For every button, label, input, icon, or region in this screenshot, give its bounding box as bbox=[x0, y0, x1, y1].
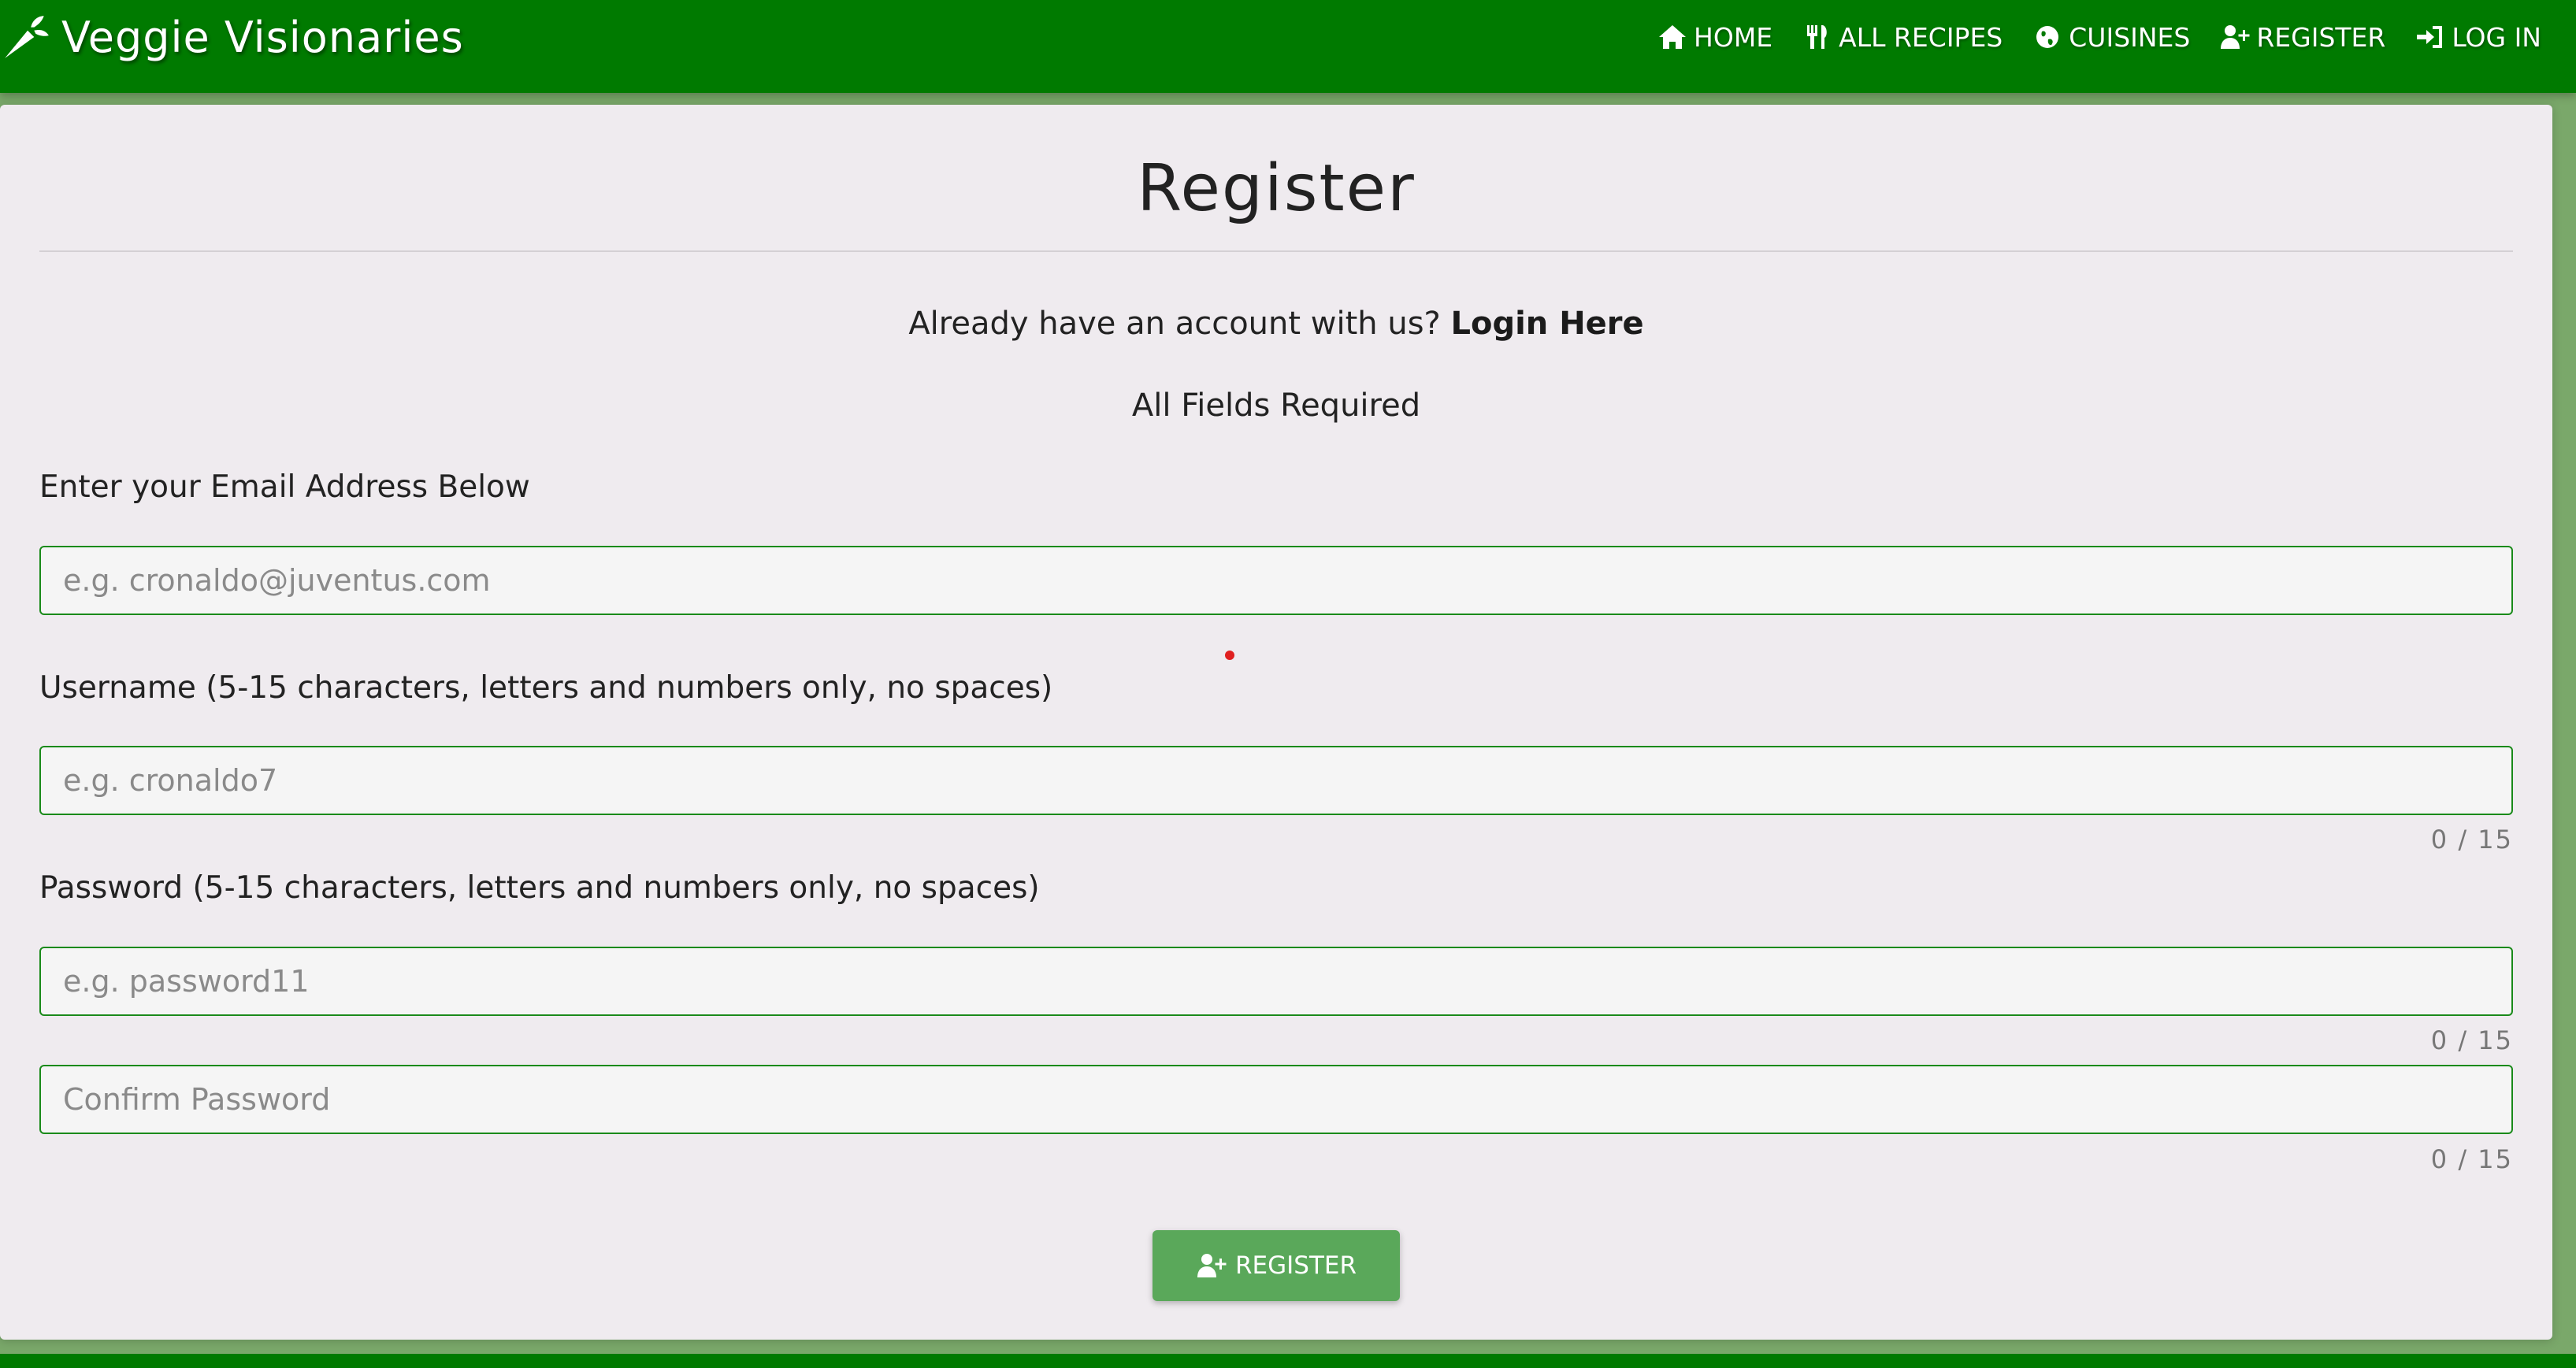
title-divider bbox=[39, 250, 2513, 252]
nav-item-label: LOG IN bbox=[2452, 21, 2541, 53]
user-plus-icon bbox=[1197, 1254, 1227, 1277]
cursor-marker bbox=[1225, 651, 1234, 660]
nav-item-home[interactable]: HOME bbox=[1657, 22, 1772, 53]
required-note: All Fields Required bbox=[1131, 387, 1421, 424]
password-field[interactable] bbox=[39, 947, 2513, 1016]
login-prompt-text: Already have an account with us? bbox=[908, 306, 1441, 342]
confirm-password-char-counter: 0 / 15 bbox=[2430, 1144, 2513, 1174]
nav-links: HOME ALL RECIPES CUISINES REGISTER LOG I… bbox=[1628, 0, 2541, 74]
username-field[interactable] bbox=[39, 746, 2513, 815]
nav-item-label: ALL RECIPES bbox=[1839, 21, 2003, 53]
sign-in-icon bbox=[2417, 26, 2443, 48]
carrot-icon bbox=[5, 16, 49, 58]
login-prompt: Already have an account with us? Login H… bbox=[0, 306, 2552, 342]
home-icon bbox=[1659, 25, 1687, 49]
register-button-label: REGISTER bbox=[1234, 1251, 1357, 1280]
page-title: Register bbox=[1137, 151, 1416, 226]
nav-item-log-in[interactable]: LOG IN bbox=[2415, 22, 2541, 53]
register-button[interactable]: REGISTER bbox=[1153, 1230, 1400, 1301]
password-char-counter: 0 / 15 bbox=[2430, 1025, 2513, 1055]
nav-item-label: REGISTER bbox=[2256, 21, 2386, 53]
confirm-password-field[interactable] bbox=[39, 1065, 2513, 1134]
email-label: Enter your Email Address Below bbox=[39, 469, 530, 505]
nav-item-all-recipes[interactable]: ALL RECIPES bbox=[1802, 22, 2003, 53]
user-plus-icon bbox=[2221, 25, 2250, 49]
login-here-link[interactable]: Login Here bbox=[1450, 306, 1643, 342]
email-field[interactable] bbox=[39, 546, 2513, 615]
nav-item-label: HOME bbox=[1694, 21, 1773, 53]
password-label: Password (5-15 characters, letters and n… bbox=[39, 870, 1040, 906]
globe-icon bbox=[2036, 26, 2059, 48]
username-char-counter: 0 / 15 bbox=[2430, 825, 2513, 855]
brand[interactable]: Veggie Visionaries bbox=[0, 0, 464, 74]
brand-name: Veggie Visionaries bbox=[61, 12, 464, 62]
utensils-icon bbox=[1807, 25, 1827, 49]
register-card bbox=[0, 105, 2552, 1340]
nav-item-cuisines[interactable]: CUISINES bbox=[2032, 22, 2190, 53]
footer-bar bbox=[0, 1354, 2576, 1368]
nav-item-label: CUISINES bbox=[2069, 21, 2191, 53]
nav-item-register[interactable]: REGISTER bbox=[2220, 22, 2385, 53]
navbar: Veggie Visionaries HOME ALL RECIPES CUIS… bbox=[0, 0, 2576, 93]
username-label: Username (5-15 characters, letters and n… bbox=[39, 670, 1053, 706]
